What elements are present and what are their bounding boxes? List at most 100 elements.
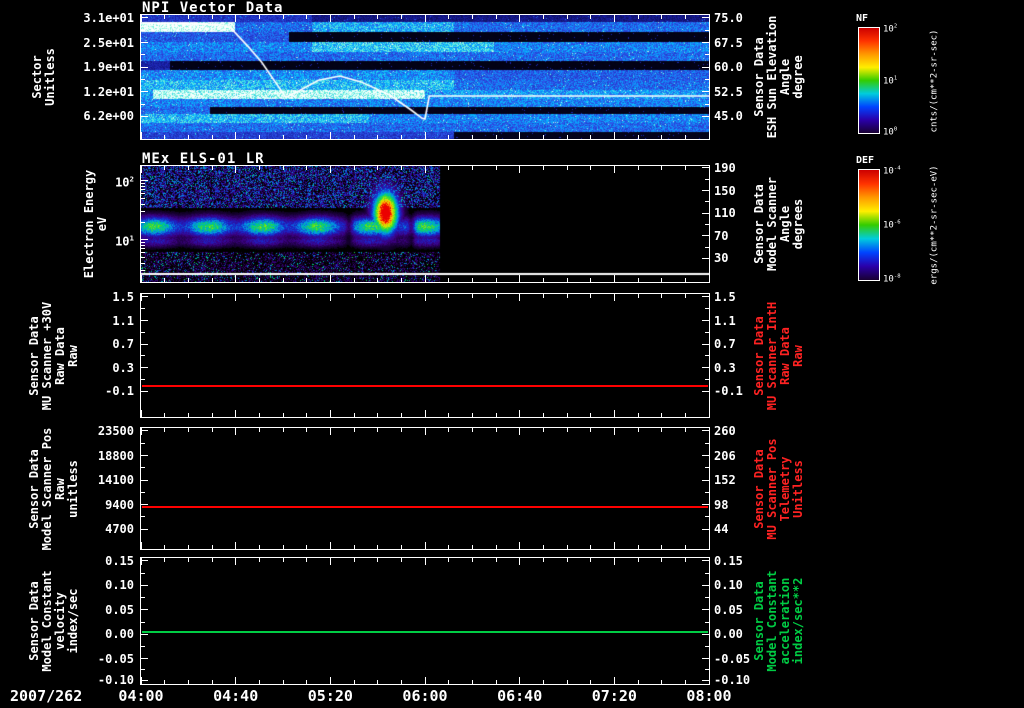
- y-tick-label: 30: [714, 251, 729, 266]
- tick-mark: [566, 135, 568, 139]
- tick-mark: [353, 294, 355, 298]
- y-tick-label: 1.5: [714, 289, 736, 304]
- tick-mark: [637, 428, 639, 432]
- tick-mark: [495, 278, 497, 282]
- x-tick-label: 05:20: [307, 687, 353, 705]
- tick-mark: [377, 680, 379, 684]
- tick-mark: [705, 355, 709, 357]
- panel-npi-spectrogram: [140, 14, 710, 140]
- tick-mark: [448, 545, 450, 549]
- tick-mark: [141, 410, 142, 417]
- tick-mark: [306, 680, 308, 684]
- tick-mark: [471, 545, 473, 549]
- axis-label-right-mu30v: Sensor Data MU Scanner IntH Raw Data Raw: [752, 301, 805, 410]
- tick-mark: [141, 91, 148, 93]
- tick-mark: [141, 244, 145, 246]
- tick-mark: [684, 294, 686, 298]
- tick-mark: [566, 15, 568, 19]
- tick-mark: [471, 680, 473, 684]
- tick-mark: [613, 558, 615, 565]
- tick-mark: [705, 442, 709, 444]
- tick-mark: [661, 278, 663, 282]
- y-tick-label: 190: [714, 160, 736, 175]
- tick-mark: [141, 166, 142, 173]
- tick-mark: [495, 413, 497, 417]
- tick-mark: [306, 15, 308, 19]
- tick-mark: [424, 558, 426, 565]
- tick-mark: [141, 355, 145, 357]
- tick-mark: [637, 15, 639, 19]
- tick-mark: [684, 545, 686, 549]
- tick-mark: [613, 542, 615, 549]
- tick-mark: [702, 343, 709, 345]
- tick-mark: [141, 430, 148, 432]
- tick-mark: [235, 677, 237, 684]
- tick-mark: [424, 132, 426, 139]
- tick-mark: [448, 135, 450, 139]
- y-tick-label: 150: [714, 183, 736, 198]
- tick-mark: [141, 42, 148, 44]
- tick-mark: [684, 680, 686, 684]
- tick-mark: [637, 413, 639, 417]
- tick-mark: [141, 504, 148, 506]
- tick-mark: [519, 294, 521, 301]
- tick-mark: [187, 413, 189, 417]
- tick-mark: [708, 428, 709, 435]
- tick-mark: [448, 166, 450, 170]
- tick-mark: [424, 410, 426, 417]
- tick-mark: [702, 609, 709, 611]
- tick-mark: [705, 516, 709, 518]
- y-tick-label: 1.2e+01: [83, 84, 134, 99]
- y-tick-label: 0.3: [714, 360, 736, 375]
- tick-mark: [141, 633, 148, 635]
- y-tick-label: -0.10: [714, 673, 751, 688]
- axis-label-right-vel: Sensor Data Model Constant acceleration …: [752, 570, 805, 672]
- tick-mark: [164, 278, 166, 282]
- tick-mark: [141, 645, 145, 647]
- tick-mark: [141, 679, 148, 681]
- tick-mark: [590, 413, 592, 417]
- tick-mark: [702, 66, 709, 68]
- tick-mark: [141, 379, 145, 381]
- tick-mark: [542, 166, 544, 170]
- y-tick-label: 0.00: [714, 627, 743, 642]
- els-spectrogram-canvas: [141, 166, 709, 282]
- y-tick-label: 260: [714, 423, 736, 438]
- tick-mark: [306, 558, 308, 562]
- tick-mark: [708, 558, 709, 565]
- tick-mark: [258, 413, 260, 417]
- axis-label-left-vel: Sensor Data Model Constant velocity inde…: [27, 570, 80, 672]
- tick-mark: [258, 680, 260, 684]
- tick-mark: [684, 15, 686, 19]
- tick-mark: [566, 278, 568, 282]
- tick-mark: [282, 428, 284, 432]
- colorbar-tick-label: 102: [883, 23, 898, 35]
- tick-mark: [282, 278, 284, 282]
- tick-mark: [542, 15, 544, 19]
- tick-mark: [613, 166, 615, 173]
- tick-mark: [519, 132, 521, 139]
- tick-mark: [613, 410, 615, 417]
- tick-mark: [141, 189, 145, 191]
- tick-mark: [400, 558, 402, 562]
- tick-mark: [702, 679, 709, 681]
- tick-mark: [471, 278, 473, 282]
- tick-mark: [353, 278, 355, 282]
- tick-mark: [187, 278, 189, 282]
- tick-mark: [187, 680, 189, 684]
- tick-mark: [141, 182, 145, 184]
- tick-mark: [590, 278, 592, 282]
- tick-mark: [400, 294, 402, 298]
- tick-mark: [495, 545, 497, 549]
- tick-mark: [613, 294, 615, 301]
- tick-mark: [141, 54, 145, 56]
- tick-mark: [282, 166, 284, 170]
- tick-mark: [235, 558, 237, 565]
- tick-mark: [661, 558, 663, 562]
- tick-mark: [637, 294, 639, 298]
- panel-mu-scanner-30v: [140, 293, 710, 418]
- tick-mark: [141, 528, 148, 530]
- tick-mark: [708, 275, 709, 282]
- y-tick-label: 2.5e+01: [83, 35, 134, 50]
- tick-mark: [637, 545, 639, 549]
